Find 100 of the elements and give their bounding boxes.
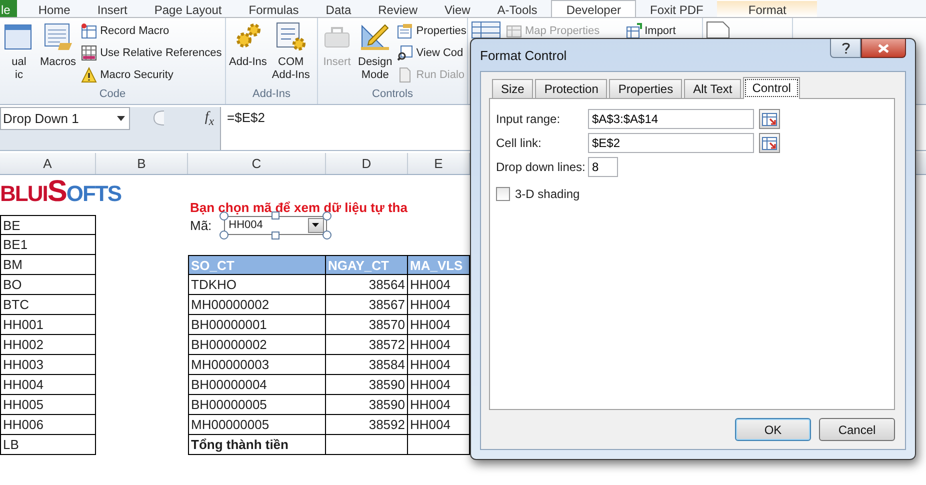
dialog-tab[interactable]: Protection [535,79,608,98]
ribbon-tab[interactable]: Developer [551,0,636,17]
table-cell: HH004 [0,375,96,395]
table-cell: BH00000002 [188,335,326,355]
range-picker-button[interactable] [759,133,780,153]
ribbon-button[interactable]: Record Macro [80,21,223,41]
ribbon-tab[interactable]: Format [717,0,818,17]
table-cell: BE [0,215,96,235]
table-cell: 38592 [326,415,408,435]
column-header[interactable]: B [96,153,188,174]
help-button[interactable] [830,39,861,58]
table-cell: BE1 [0,235,96,255]
dialog-button[interactable]: Cancel [819,418,895,441]
caret-icon [312,223,320,227]
table-header-cell: SO_CT [188,255,326,275]
dialog-title: Format Control [480,48,567,62]
logo-wordmark: BLUISOFTS [0,175,122,210]
table-cell: HH002 [0,335,96,355]
close-icon [878,44,889,52]
table-cell: 38572 [326,335,408,355]
ribbon-button[interactable]: Macro Security [80,65,223,85]
dropdown[interactable]: HH004 [224,216,327,234]
table-header-cell: NGAY_CT [326,255,408,275]
ribbon-tab[interactable]: Home [25,0,84,17]
ribbon-button[interactable]: Add-Ins [228,21,268,69]
dialog-button[interactable]: OK [735,418,811,441]
table-cell: 38567 [326,295,408,315]
column-header[interactable]: C [188,153,326,174]
table-cell: BH00000001 [188,315,326,335]
checklist-gear-icon [274,21,307,53]
sheet-scroll-icon [42,21,74,53]
table-cell: BM [0,255,96,275]
record-grid-icon [81,23,98,39]
ribbon-button[interactable]: Use Relative References [80,43,223,63]
table-header-cell: MA_VLS [408,255,470,275]
field-label: Drop down lines: [496,160,586,174]
ribbon-button[interactable]: Macros [39,21,78,69]
map-grid-icon [506,23,522,39]
warning-icon [81,67,98,83]
ribbon-tab[interactable]: Review [365,0,430,17]
splitter-handle-icon [152,110,165,126]
table-cell: BH00000005 [188,395,326,415]
table-cell: BTC [0,295,96,315]
dialog-tab[interactable]: Control [743,77,800,99]
caret-icon [117,116,125,121]
range-picker-button[interactable] [759,109,780,129]
ribbon-tab[interactable]: Insert [84,0,140,17]
column-header[interactable]: D [326,153,408,174]
table-cell: 38584 [326,355,408,375]
group-label: Add-Ins [252,88,292,102]
field-label: Input range: [496,112,562,126]
table-cell: MH00000003 [188,355,326,375]
group-label: Code [98,88,127,102]
table-cell: HH005 [0,395,96,415]
table-cell: Tổng thành tiền [188,435,326,455]
table-cell: MH00000005 [188,415,326,435]
dialog-tab[interactable]: Properties [609,79,682,98]
table-cell: 38570 [326,315,408,335]
help-icon [842,42,850,54]
name-box[interactable]: Drop Down 1 [0,107,130,130]
properties-sheet-icon [397,23,414,39]
close-button[interactable] [861,39,906,58]
checkbox-label: 3-D shading [515,187,580,201]
column-header[interactable]: A [0,153,96,174]
grid-icon [81,45,98,61]
checkbox[interactable] [496,187,510,201]
field-label: Cell link: [496,136,542,150]
ribbon-tab[interactable]: Page Layout [141,0,235,17]
grid-arrow-icon [626,23,642,39]
table-cell: BH00000004 [188,375,326,395]
ribbon-button[interactable]: Design Mode [357,21,394,82]
ribbon-button[interactable]: View Cod [396,43,467,63]
insert-function-button[interactable]: f$_{x}$ [204,110,214,128]
ribbon-tab[interactable]: Foxit PDF [637,0,716,17]
ribbon-tab[interactable]: Formulas [236,0,312,17]
magnifier-sheet-icon [397,45,414,61]
table-cell: HH006 [0,415,96,435]
dialog-tab[interactable]: Alt Text [684,79,742,98]
table-cell: LB [0,435,96,455]
ribbon-button[interactable]: Properties [396,21,467,41]
ribbon-tab[interactable]: le [0,0,18,17]
table-cell: BO [0,275,96,295]
dialog-tab[interactable]: Size [492,79,534,98]
ribbon-tab[interactable]: View [432,0,484,17]
ribbon-tab[interactable]: Data [312,0,364,17]
input-field[interactable]: $E$2 [588,133,754,153]
input-field[interactable]: $A$3:$A$14 [588,109,754,129]
input-field[interactable]: 8 [588,157,618,177]
table-cell: HH001 [0,315,96,335]
page-icon [397,67,414,83]
table-cell: 38564 [326,275,408,295]
ribbon-tab[interactable]: A-Tools [484,0,550,17]
ribbon-button[interactable]: COM Add-Ins [270,21,311,82]
table-cell: 38590 [326,375,408,395]
ribbon-button[interactable]: ual ic [2,21,36,82]
table-icon [471,21,501,39]
table-cell: MH00000002 [188,295,326,315]
grid-arrow-icon [762,112,777,126]
table-cell: 38590 [326,395,408,415]
instruction-text: Bạn chọn mã để xem dữ liệu tự tha [189,200,408,215]
